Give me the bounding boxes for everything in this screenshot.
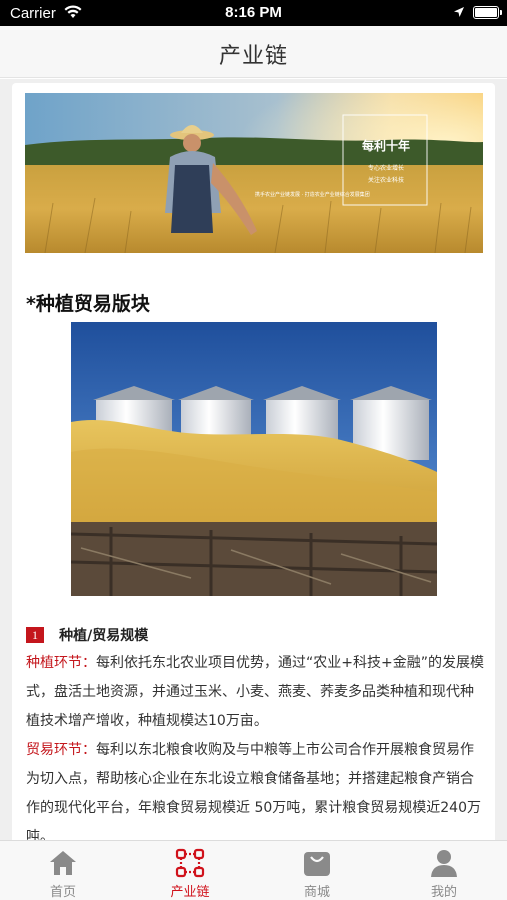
banner-line-2: 关注农业科技 [367, 177, 404, 184]
banner-image: 每利十年 专心农业增长 关注农业科技 携手农业产业链发展 · 打造农业产业链综合… [25, 93, 483, 253]
home-icon [50, 851, 76, 875]
tab-profile[interactable]: 我的 [381, 841, 507, 900]
banner-caption: 携手农业产业链发展 · 打造农业产业链综合发展集团 [255, 192, 370, 198]
subsection-heading: 1 种植/贸易规模 [26, 624, 148, 644]
tab-mall[interactable]: 商城 [254, 841, 380, 900]
tab-industry-chain[interactable]: 产业链 [127, 841, 253, 900]
status-bar: Carrier 8:16 PM [0, 0, 507, 26]
banner-line-1: 专心农业增长 [367, 165, 404, 172]
clock: 8:16 PM [225, 4, 282, 21]
chain-icon [175, 848, 205, 878]
banner-title: 每利十年 [361, 139, 410, 153]
grain-silo-image [71, 322, 437, 596]
bag-icon [304, 852, 330, 876]
location-arrow-icon [454, 7, 464, 17]
battery-icon [473, 6, 502, 19]
user-icon [431, 850, 457, 877]
nav-header: 产业链 [0, 26, 507, 78]
tab-mall-label: 商城 [303, 885, 330, 900]
content-card: 每利十年 专心农业增长 关注农业科技 携手农业产业链发展 · 打造农业产业链综合… [12, 83, 495, 840]
subsection-title: 种植/贸易规模 [59, 627, 149, 644]
trade-paragraph: 贸易环节：每利以东北粮食收购及与中粮等上市公司合作开展粮食贸易作为切入点，帮助核… [26, 736, 484, 840]
scroll-content[interactable]: 每利十年 专心农业增长 关注农业科技 携手农业产业链发展 · 打造农业产业链综合… [0, 79, 507, 840]
tab-profile-label: 我的 [430, 885, 457, 900]
tab-home[interactable]: 首页 [0, 841, 126, 900]
subsection-number-badge: 1 [26, 626, 44, 643]
page-title: 产业链 [218, 44, 288, 69]
planting-paragraph: 种植环节：每利依托东北农业项目优势，通过“农业+科技+金融”的发展模式，盘活土地… [26, 649, 484, 736]
section-title: *种植贸易版块 [26, 293, 150, 315]
tab-bar: 首页 产业链 商城 我的 [0, 840, 507, 900]
tab-industry-chain-label: 产业链 [170, 885, 210, 900]
tab-home-label: 首页 [49, 885, 76, 900]
trade-label: 贸易环节： [26, 742, 96, 758]
planting-label: 种植环节： [26, 655, 96, 671]
